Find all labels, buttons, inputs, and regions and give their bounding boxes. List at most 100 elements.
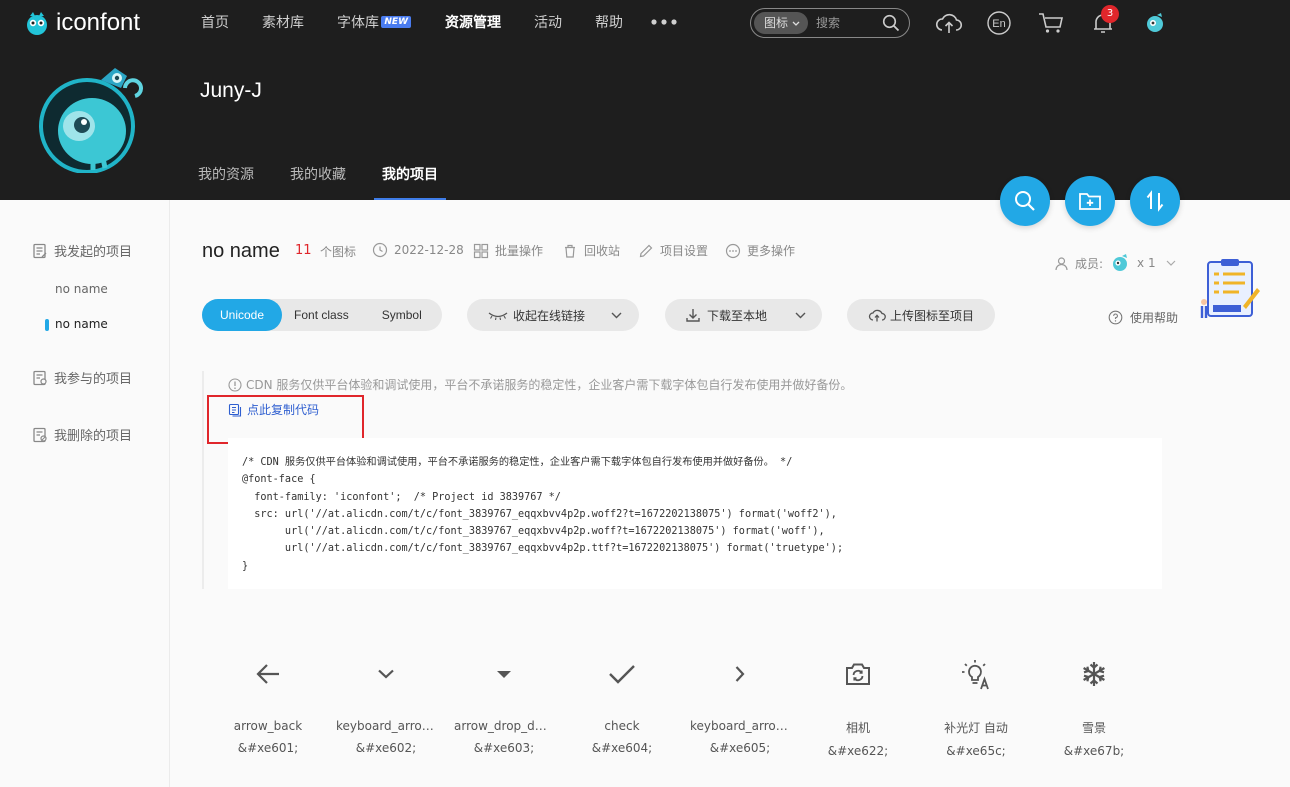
menu-item-home[interactable]: 首页 bbox=[201, 13, 229, 33]
icon-card[interactable]: keyboard_arrow... &#xe602; bbox=[327, 650, 445, 758]
format-tab-symbol[interactable]: Symbol bbox=[364, 299, 432, 331]
members-icon bbox=[1055, 256, 1068, 270]
menu-item-materials[interactable]: 素材库 bbox=[262, 13, 304, 33]
code-line: /* CDN 服务仅供平台体验和调试使用，平台不承诺服务的稳定性，企业客户需下载… bbox=[242, 457, 793, 468]
profile-username: Juny-J bbox=[200, 79, 262, 102]
more-icon bbox=[725, 243, 741, 258]
more-menu-icon[interactable] bbox=[650, 10, 678, 30]
members-label: 成员: bbox=[1075, 256, 1104, 271]
icon-card-code: &#xe604; bbox=[591, 741, 653, 755]
icon-card[interactable]: arrow_back &#xe601; bbox=[209, 650, 327, 758]
recycle-bin-button[interactable]: 回收站 bbox=[562, 242, 620, 259]
project-members[interactable]: 成员: x 1 bbox=[1054, 252, 1176, 274]
icon-card-name: keyboard_arrow... bbox=[336, 719, 436, 733]
language-label: En bbox=[992, 18, 1005, 30]
profile-tabs: 我的资源 我的收藏 我的项目 bbox=[198, 167, 474, 200]
menu-item-help[interactable]: 帮助 bbox=[595, 13, 623, 33]
format-tab-unicode[interactable]: Unicode bbox=[202, 299, 283, 331]
logo[interactable]: iconfont bbox=[24, 8, 140, 38]
collapse-online-link-button[interactable]: 收起在线链接 bbox=[467, 299, 639, 331]
sidebar-group-initiated[interactable]: 我发起的项目 bbox=[32, 241, 132, 260]
icon-card[interactable]: 补光灯 自动 &#xe65c; bbox=[917, 650, 1035, 758]
chevron-right-icon bbox=[735, 666, 745, 682]
download-button[interactable]: 下载至本地 bbox=[665, 299, 822, 331]
icon-card[interactable]: arrow_drop_down &#xe603; bbox=[445, 650, 563, 758]
ellipsis-icon bbox=[651, 19, 677, 25]
search-input[interactable] bbox=[816, 16, 882, 30]
menu-item-resource-management[interactable]: 资源管理 bbox=[445, 13, 501, 33]
upload-icons-button[interactable]: 上传图标至项目 bbox=[847, 299, 995, 331]
batch-operation-label: 批量操作 bbox=[495, 244, 544, 258]
copy-code-button[interactable]: 点此复制代码 bbox=[228, 401, 319, 418]
user-avatar-small[interactable] bbox=[1141, 9, 1169, 37]
cart-button[interactable] bbox=[1037, 9, 1065, 37]
icon-card-code: &#xe67b; bbox=[1063, 744, 1125, 758]
auto-fill-light-icon bbox=[962, 660, 989, 690]
icon-card-code: &#xe605; bbox=[709, 741, 771, 755]
tab-my-favorites[interactable]: 我的收藏 bbox=[290, 167, 346, 200]
search-icon[interactable] bbox=[882, 14, 900, 32]
new-project-button[interactable] bbox=[1065, 176, 1115, 226]
member-avatar bbox=[1113, 254, 1128, 271]
language-button[interactable]: En bbox=[985, 9, 1013, 37]
page-header: iconfont 首页 素材库 字体库 NEW 资源管理 活动 帮助 图标 搜索… bbox=[0, 0, 1290, 200]
search-project-button[interactable] bbox=[1000, 176, 1050, 226]
icon-card-name: arrow_drop_down bbox=[454, 719, 554, 733]
sidebar-project-item-active[interactable]: no name bbox=[45, 317, 108, 331]
help-illustration[interactable] bbox=[1199, 258, 1261, 320]
menu-item-fonts-label: 字体库 bbox=[337, 15, 379, 31]
trash-icon bbox=[565, 244, 575, 258]
search-icon bbox=[1015, 191, 1035, 211]
icon-card[interactable]: keyboard_arrow... &#xe605; bbox=[681, 650, 799, 758]
main-menu: 首页 素材库 字体库 NEW 资源管理 活动 帮助 bbox=[201, 13, 656, 33]
sidebar-group-joined[interactable]: 我参与的项目 bbox=[32, 368, 132, 387]
code-line: url('//at.alicdn.com/t/c/font_3839767_eq… bbox=[242, 526, 825, 538]
project-settings-label: 项目设置 bbox=[660, 244, 709, 258]
icon-card-code: &#xe603; bbox=[473, 741, 535, 755]
question-circle-icon bbox=[1108, 310, 1123, 325]
icon-card[interactable]: check &#xe604; bbox=[563, 650, 681, 758]
more-operations-label: 更多操作 bbox=[747, 244, 796, 258]
icon-card[interactable]: 雪景 &#xe67b; bbox=[1035, 650, 1153, 758]
folder-add-icon bbox=[1079, 193, 1101, 210]
menu-item-activities[interactable]: 活动 bbox=[534, 13, 562, 33]
language-icon: En bbox=[987, 11, 1011, 35]
icon-count: 11 bbox=[295, 243, 312, 258]
notification-count-badge: 3 bbox=[1101, 5, 1119, 23]
upload-icons-label: 上传图标至项目 bbox=[890, 308, 975, 323]
snowflake-icon bbox=[1083, 662, 1105, 686]
sort-projects-button[interactable] bbox=[1130, 176, 1180, 226]
search-box: 图标 bbox=[750, 8, 910, 38]
icon-card-code: &#xe602; bbox=[355, 741, 417, 755]
icon-card[interactable]: 相机 &#xe622; bbox=[799, 650, 917, 758]
profile-avatar[interactable] bbox=[37, 58, 143, 173]
sidebar-group-deleted[interactable]: 我删除的项目 bbox=[32, 425, 132, 444]
download-label: 下载至本地 bbox=[707, 308, 768, 323]
chevron-down-icon bbox=[611, 312, 622, 318]
sort-icon bbox=[1146, 190, 1164, 212]
code-line: } bbox=[242, 560, 249, 572]
top-nav: iconfont 首页 素材库 字体库 NEW 资源管理 活动 帮助 图标 搜索… bbox=[0, 0, 1290, 46]
tab-my-projects[interactable]: 我的项目 bbox=[374, 167, 446, 200]
members-count: x 1 bbox=[1137, 256, 1156, 270]
chevron-down-icon bbox=[1166, 260, 1176, 266]
sidebar-project-item[interactable]: no name bbox=[55, 282, 108, 296]
icon-card-name: 补光灯 自动 bbox=[944, 721, 1008, 735]
icon-card-name: 相机 bbox=[845, 721, 870, 735]
info-circle-icon bbox=[228, 377, 242, 392]
logo-icon bbox=[27, 12, 47, 35]
cdn-notice: CDN 服务仅供平台体验和调试使用，平台不承诺服务的稳定性，企业客户需下载字体包… bbox=[228, 376, 852, 393]
avatar-icon bbox=[1147, 13, 1163, 32]
tab-my-resources[interactable]: 我的资源 bbox=[198, 167, 254, 200]
search-type-select[interactable]: 图标 bbox=[754, 12, 809, 34]
menu-item-fonts[interactable]: 字体库 NEW bbox=[337, 13, 411, 33]
batch-operation-button[interactable]: 批量操作 bbox=[473, 242, 543, 259]
usage-help-link[interactable]: 使用帮助 bbox=[1108, 309, 1178, 326]
upload-button[interactable] bbox=[935, 9, 963, 37]
cart-icon bbox=[1039, 13, 1063, 33]
format-tab-font-class[interactable]: Font class bbox=[282, 299, 364, 331]
more-operations-button[interactable]: 更多操作 bbox=[725, 242, 795, 259]
project-settings-button[interactable]: 项目设置 bbox=[638, 242, 708, 259]
notification-button[interactable]: 3 bbox=[1089, 5, 1119, 37]
search-type-label: 图标 bbox=[764, 16, 789, 30]
